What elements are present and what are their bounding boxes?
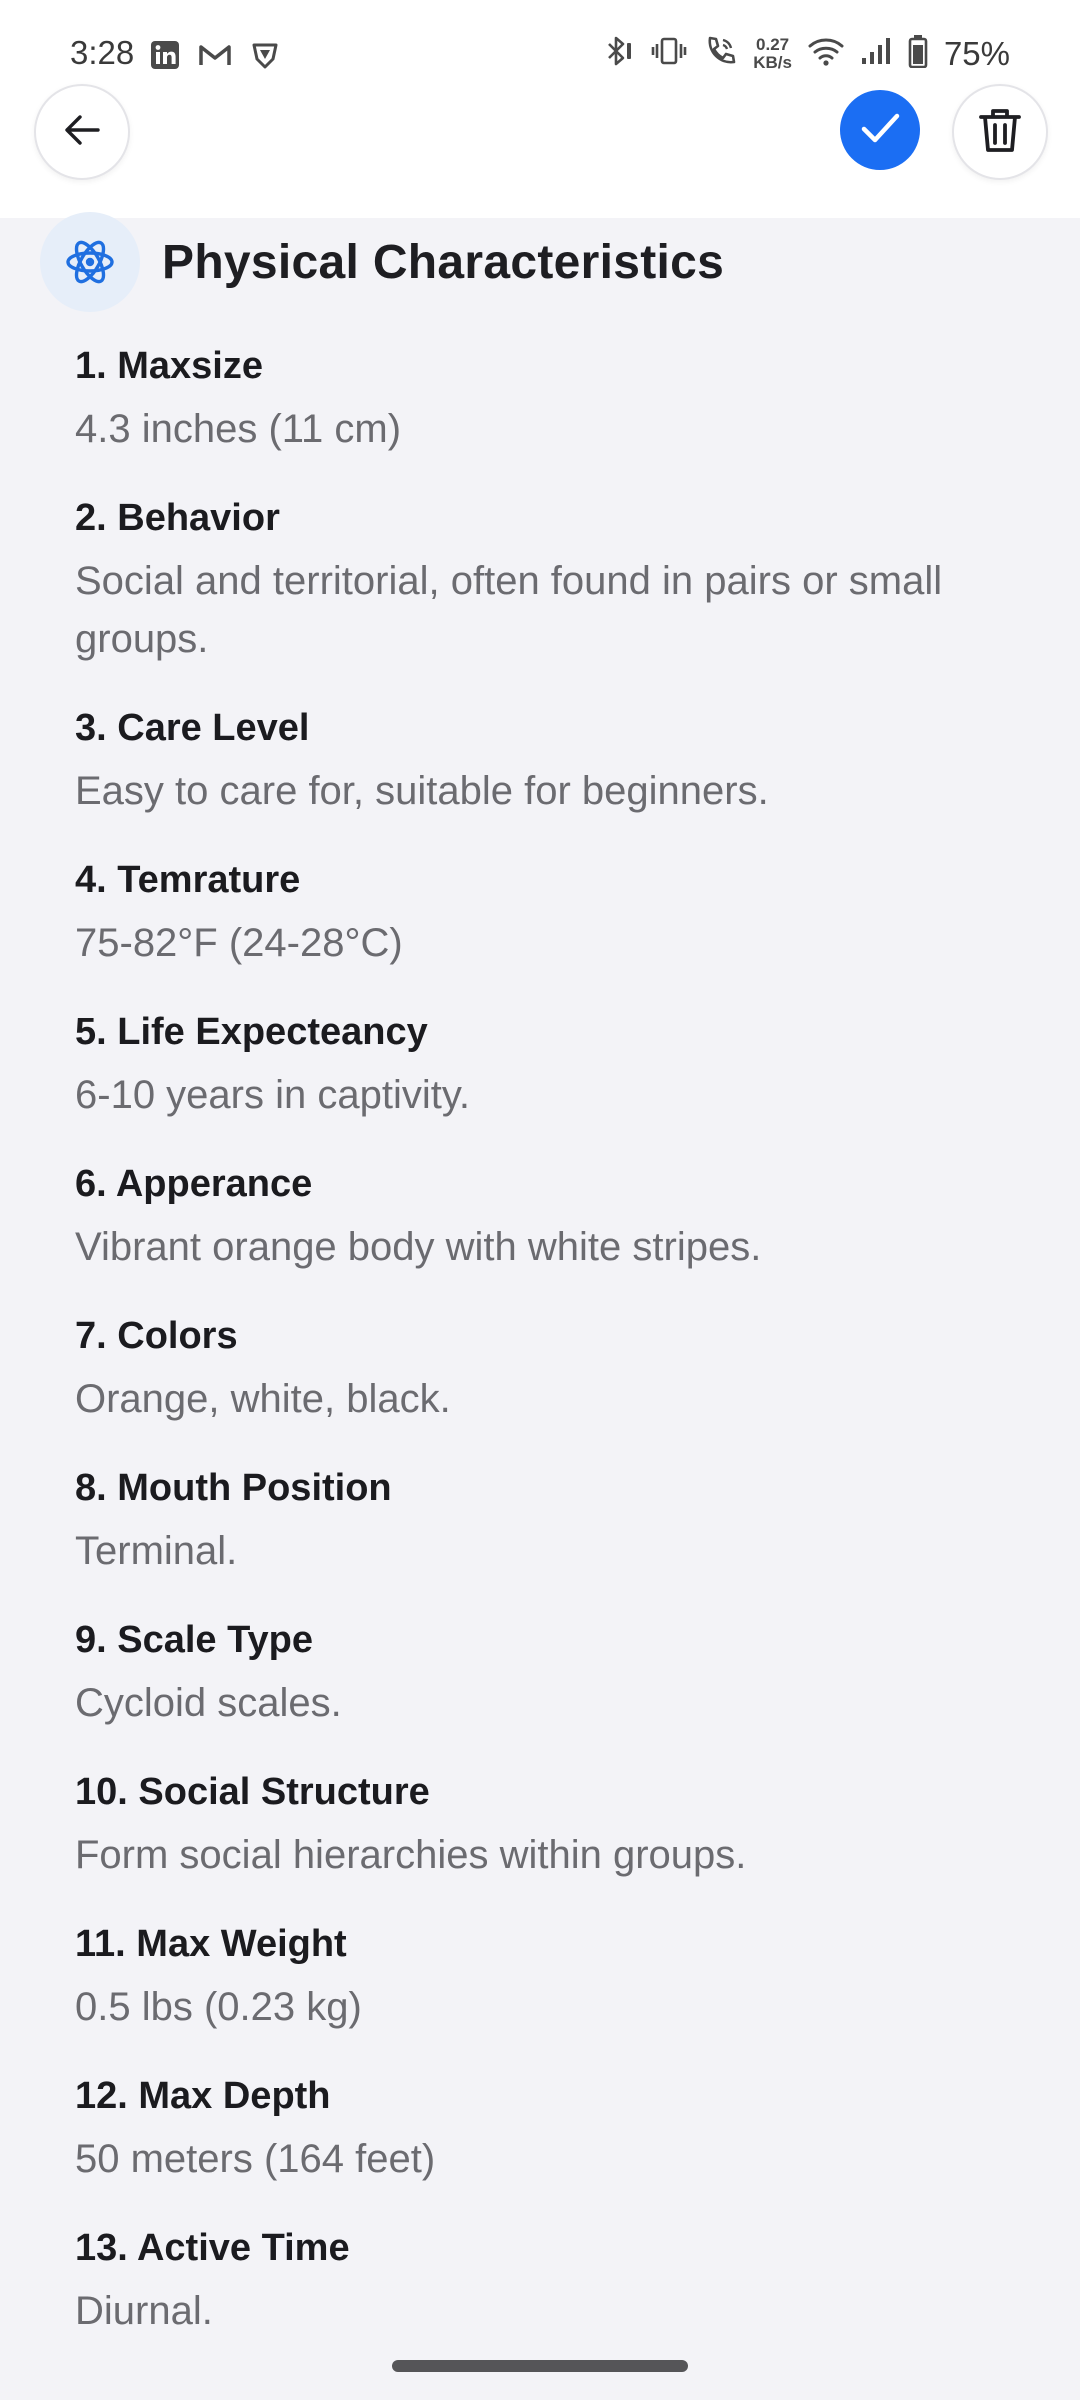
confirm-button[interactable]: [840, 90, 920, 170]
list-item: 3. Care Level Easy to care for, suitable…: [75, 700, 1015, 852]
section-title: Physical Characteristics: [162, 235, 725, 289]
atom-icon: [40, 212, 140, 312]
list-item: 2. Behavior Social and territorial, ofte…: [75, 490, 1015, 700]
wifi-icon: [808, 35, 844, 72]
status-bar: 3:28 0.27 KB/s 75%: [0, 0, 1080, 110]
linkedin-icon: [150, 40, 180, 75]
section-header: Physical Characteristics: [40, 212, 724, 312]
network-speed-unit: KB/s: [753, 52, 792, 72]
list-item: 10. Social Structure Form social hierarc…: [75, 1764, 1015, 1916]
top-app-bar: 3:28 0.27 KB/s 75%: [0, 0, 1080, 218]
list-item: 13. Active Time Diurnal.: [75, 2220, 1015, 2372]
item-value: Orange, white, black.: [75, 1377, 451, 1421]
item-value: 0.5 lbs (0.23 kg): [75, 1985, 362, 2029]
list-item: 5. Life Expecteancy 6-10 years in captiv…: [75, 1004, 1015, 1156]
list-item: 8. Mouth Position Terminal.: [75, 1460, 1015, 1612]
back-button[interactable]: [34, 84, 130, 180]
shield-icon: [250, 40, 280, 75]
delete-button[interactable]: [952, 84, 1048, 180]
vibrate-icon: [651, 34, 687, 73]
gmail-icon: [198, 41, 232, 74]
item-value: Cycloid scales.: [75, 1681, 342, 1725]
arrow-left-icon: [60, 108, 104, 157]
item-title: 10. Social Structure: [75, 1771, 430, 1813]
item-title: 9. Scale Type: [75, 1619, 313, 1661]
item-title: 6. Apperance: [75, 1163, 313, 1205]
item-value: 4.3 inches (11 cm): [75, 407, 402, 451]
item-title: 8. Mouth Position: [75, 1467, 392, 1509]
status-time: 3:28: [70, 34, 135, 71]
list-item: 1. Maxsize 4.3 inches (11 cm): [75, 338, 1015, 490]
network-speed: 0.27 KB/s: [753, 34, 792, 72]
item-title: 5. Life Expecteancy: [75, 1011, 428, 1053]
item-value: 75-82°F (24-28°C): [75, 921, 403, 965]
call-icon: [703, 34, 737, 73]
signal-icon: [860, 36, 892, 71]
item-title: 13. Active Time: [75, 2227, 350, 2269]
item-title: 4. Temrature: [75, 859, 301, 901]
item-value: 6-10 years in captivity.: [75, 1073, 470, 1117]
list-item: 6. Apperance Vibrant orange body with wh…: [75, 1156, 1015, 1308]
list-item: 12. Max Depth 50 meters (164 feet): [75, 2068, 1015, 2220]
characteristics-list: 1. Maxsize 4.3 inches (11 cm) 2. Behavio…: [75, 338, 1015, 2372]
list-item: 9. Scale Type Cycloid scales.: [75, 1612, 1015, 1764]
network-speed-value: 0.27: [756, 34, 790, 54]
item-title: 1. Maxsize: [75, 345, 263, 387]
item-title: 2. Behavior: [75, 497, 280, 539]
battery-percentage: 75%: [943, 34, 1010, 72]
item-value: Form social hierarchies within groups.: [75, 1833, 747, 1877]
list-item: 11. Max Weight 0.5 lbs (0.23 kg): [75, 1916, 1015, 2068]
item-title: 12. Max Depth: [75, 2075, 331, 2117]
item-title: 11. Max Weight: [75, 1923, 347, 1965]
item-value: Diurnal.: [75, 2289, 213, 2333]
check-icon: [856, 104, 904, 157]
status-notification-icons: [150, 40, 280, 75]
item-title: 3. Care Level: [75, 707, 310, 749]
item-value: Vibrant orange body with white stripes.: [75, 1225, 762, 1269]
trash-icon: [976, 105, 1024, 160]
home-indicator[interactable]: [392, 2360, 688, 2372]
status-system-icons: 0.27 KB/s 75%: [601, 34, 1010, 73]
bluetooth-icon: [601, 34, 635, 73]
list-item: 7. Colors Orange, white, black.: [75, 1308, 1015, 1460]
item-value: Terminal.: [75, 1529, 238, 1573]
item-value: 50 meters (164 feet): [75, 2137, 436, 2181]
item-value: Social and territorial, often found in p…: [75, 559, 943, 661]
battery-icon: [908, 34, 928, 73]
item-value: Easy to care for, suitable for beginners…: [75, 769, 769, 813]
list-item: 4. Temrature 75-82°F (24-28°C): [75, 852, 1015, 1004]
item-title: 7. Colors: [75, 1315, 238, 1357]
